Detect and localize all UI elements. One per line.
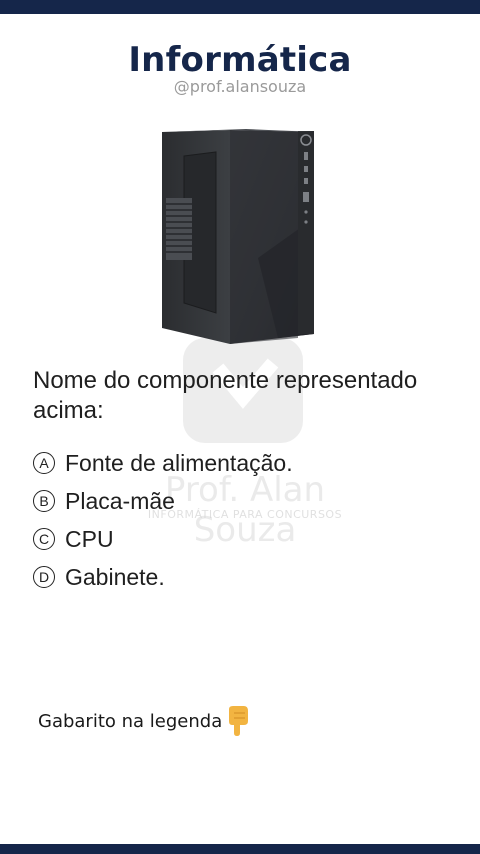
author-handle: @prof.alansouza (173, 77, 307, 96)
answer-note-text: Gabarito na legenda (38, 710, 223, 732)
option-label: CPU (65, 525, 114, 552)
option-letter: C (33, 528, 55, 550)
pointing-down-hand-icon (229, 706, 249, 736)
option-letter: D (33, 566, 55, 588)
option-a[interactable]: A Fonte de alimentação. (33, 444, 293, 482)
option-label: Gabinete. (65, 563, 165, 590)
bottom-border-bar (0, 844, 480, 854)
option-d[interactable]: D Gabinete. (33, 558, 293, 596)
top-border-bar (0, 0, 480, 14)
pc-case-image (162, 129, 314, 344)
option-label: Placa-mãe (65, 487, 175, 514)
answer-options: A Fonte de alimentação. B Placa-mãe C CP… (33, 444, 293, 596)
option-b[interactable]: B Placa-mãe (33, 482, 293, 520)
answer-note: Gabarito na legenda (38, 705, 250, 737)
option-letter: B (33, 490, 55, 512)
question-text: Nome do componente representado acima: (33, 367, 418, 424)
page-title: Informática (128, 40, 352, 80)
option-label: Fonte de alimentação. (65, 449, 293, 476)
option-letter: A (33, 452, 55, 474)
option-c[interactable]: C CPU (33, 520, 293, 558)
